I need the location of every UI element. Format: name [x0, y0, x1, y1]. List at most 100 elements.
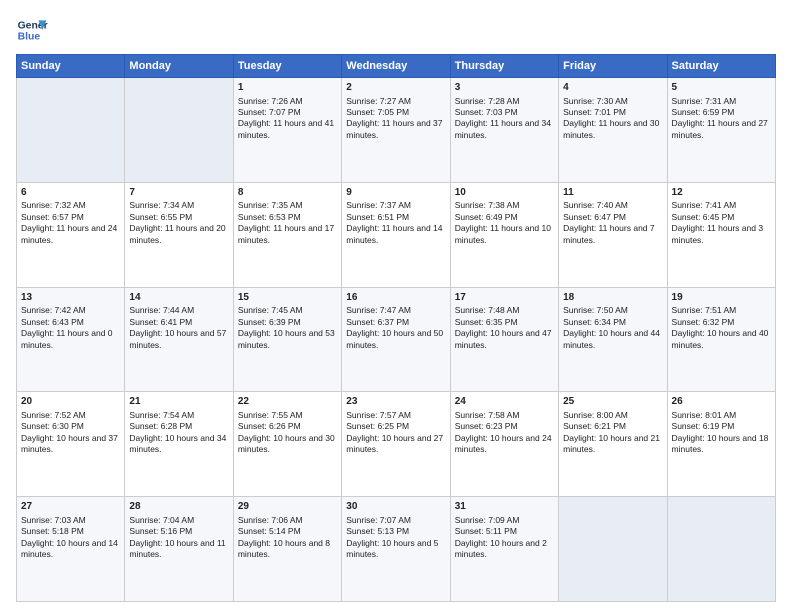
- day-number: 27: [21, 500, 120, 514]
- daylight-text: Daylight: 11 hours and 7 minutes.: [563, 223, 655, 244]
- calendar-cell: 28Sunrise: 7:04 AMSunset: 5:16 PMDayligh…: [125, 497, 233, 602]
- weekday-header-tuesday: Tuesday: [233, 55, 341, 78]
- day-number: 29: [238, 500, 337, 514]
- day-number: 26: [672, 395, 771, 409]
- logo-icon: General Blue: [16, 14, 48, 46]
- day-number: 2: [346, 81, 445, 95]
- sunset-text: Sunset: 6:23 PM: [455, 421, 518, 431]
- daylight-text: Daylight: 11 hours and 3 minutes.: [672, 223, 764, 244]
- calendar-cell: 16Sunrise: 7:47 AMSunset: 6:37 PMDayligh…: [342, 287, 450, 392]
- day-number: 6: [21, 186, 120, 200]
- day-number: 3: [455, 81, 554, 95]
- sunset-text: Sunset: 6:21 PM: [563, 421, 626, 431]
- daylight-text: Daylight: 10 hours and 8 minutes.: [238, 538, 330, 559]
- calendar-cell: [125, 78, 233, 183]
- day-number: 30: [346, 500, 445, 514]
- calendar-cell: 23Sunrise: 7:57 AMSunset: 6:25 PMDayligh…: [342, 392, 450, 497]
- day-number: 22: [238, 395, 337, 409]
- day-number: 20: [21, 395, 120, 409]
- weekday-header-row: SundayMondayTuesdayWednesdayThursdayFrid…: [17, 55, 776, 78]
- calendar-cell: 21Sunrise: 7:54 AMSunset: 6:28 PMDayligh…: [125, 392, 233, 497]
- day-number: 1: [238, 81, 337, 95]
- day-number: 21: [129, 395, 228, 409]
- sunrise-text: Sunrise: 7:44 AM: [129, 305, 194, 315]
- daylight-text: Daylight: 11 hours and 41 minutes.: [238, 118, 334, 139]
- sunset-text: Sunset: 6:43 PM: [21, 317, 84, 327]
- day-number: 19: [672, 291, 771, 305]
- sunset-text: Sunset: 6:28 PM: [129, 421, 192, 431]
- day-number: 23: [346, 395, 445, 409]
- daylight-text: Daylight: 10 hours and 14 minutes.: [21, 538, 118, 559]
- daylight-text: Daylight: 10 hours and 53 minutes.: [238, 328, 335, 349]
- sunrise-text: Sunrise: 7:55 AM: [238, 410, 303, 420]
- daylight-text: Daylight: 11 hours and 37 minutes.: [346, 118, 442, 139]
- calendar-row-1: 6Sunrise: 7:32 AMSunset: 6:57 PMDaylight…: [17, 182, 776, 287]
- day-number: 28: [129, 500, 228, 514]
- sunrise-text: Sunrise: 7:31 AM: [672, 96, 737, 106]
- calendar-row-3: 20Sunrise: 7:52 AMSunset: 6:30 PMDayligh…: [17, 392, 776, 497]
- calendar-cell: 10Sunrise: 7:38 AMSunset: 6:49 PMDayligh…: [450, 182, 558, 287]
- sunrise-text: Sunrise: 7:06 AM: [238, 515, 303, 525]
- sunrise-text: Sunrise: 7:28 AM: [455, 96, 520, 106]
- calendar-cell: 4Sunrise: 7:30 AMSunset: 7:01 PMDaylight…: [559, 78, 667, 183]
- sunrise-text: Sunrise: 7:51 AM: [672, 305, 737, 315]
- day-number: 5: [672, 81, 771, 95]
- sunrise-text: Sunrise: 7:42 AM: [21, 305, 86, 315]
- calendar-cell: 6Sunrise: 7:32 AMSunset: 6:57 PMDaylight…: [17, 182, 125, 287]
- sunrise-text: Sunrise: 7:52 AM: [21, 410, 86, 420]
- calendar-cell: 22Sunrise: 7:55 AMSunset: 6:26 PMDayligh…: [233, 392, 341, 497]
- calendar-row-4: 27Sunrise: 7:03 AMSunset: 5:18 PMDayligh…: [17, 497, 776, 602]
- calendar-cell: 1Sunrise: 7:26 AMSunset: 7:07 PMDaylight…: [233, 78, 341, 183]
- sunset-text: Sunset: 7:07 PM: [238, 107, 301, 117]
- sunset-text: Sunset: 5:14 PM: [238, 526, 301, 536]
- sunset-text: Sunset: 6:47 PM: [563, 212, 626, 222]
- calendar-cell: [559, 497, 667, 602]
- weekday-header-friday: Friday: [559, 55, 667, 78]
- calendar-table: SundayMondayTuesdayWednesdayThursdayFrid…: [16, 54, 776, 602]
- daylight-text: Daylight: 11 hours and 10 minutes.: [455, 223, 551, 244]
- calendar-row-0: 1Sunrise: 7:26 AMSunset: 7:07 PMDaylight…: [17, 78, 776, 183]
- sunrise-text: Sunrise: 7:40 AM: [563, 200, 628, 210]
- daylight-text: Daylight: 10 hours and 50 minutes.: [346, 328, 443, 349]
- daylight-text: Daylight: 10 hours and 11 minutes.: [129, 538, 225, 559]
- calendar-cell: [667, 497, 775, 602]
- sunset-text: Sunset: 6:37 PM: [346, 317, 409, 327]
- calendar-row-2: 13Sunrise: 7:42 AMSunset: 6:43 PMDayligh…: [17, 287, 776, 392]
- sunset-text: Sunset: 6:55 PM: [129, 212, 192, 222]
- sunrise-text: Sunrise: 7:48 AM: [455, 305, 520, 315]
- sunset-text: Sunset: 6:26 PM: [238, 421, 301, 431]
- sunset-text: Sunset: 5:16 PM: [129, 526, 192, 536]
- daylight-text: Daylight: 11 hours and 0 minutes.: [21, 328, 113, 349]
- daylight-text: Daylight: 10 hours and 40 minutes.: [672, 328, 769, 349]
- sunset-text: Sunset: 6:19 PM: [672, 421, 735, 431]
- svg-text:Blue: Blue: [18, 32, 41, 43]
- daylight-text: Daylight: 10 hours and 5 minutes.: [346, 538, 438, 559]
- sunset-text: Sunset: 5:11 PM: [455, 526, 517, 536]
- sunrise-text: Sunrise: 7:50 AM: [563, 305, 628, 315]
- sunset-text: Sunset: 6:32 PM: [672, 317, 735, 327]
- daylight-text: Daylight: 10 hours and 24 minutes.: [455, 433, 552, 454]
- day-number: 17: [455, 291, 554, 305]
- daylight-text: Daylight: 11 hours and 34 minutes.: [455, 118, 551, 139]
- sunrise-text: Sunrise: 7:58 AM: [455, 410, 520, 420]
- calendar-cell: 11Sunrise: 7:40 AM Sunset: 6:47 PMDayligh…: [559, 182, 667, 287]
- daylight-text: Daylight: 10 hours and 18 minutes.: [672, 433, 769, 454]
- sunset-text: Sunset: 6:59 PM: [672, 107, 735, 117]
- daylight-text: Daylight: 11 hours and 27 minutes.: [672, 118, 768, 139]
- daylight-text: Daylight: 10 hours and 47 minutes.: [455, 328, 552, 349]
- daylight-text: Daylight: 10 hours and 57 minutes.: [129, 328, 226, 349]
- sunset-text: Sunset: 6:34 PM: [563, 317, 626, 327]
- day-number: 10: [455, 186, 554, 200]
- calendar-cell: 19Sunrise: 7:51 AM Sunset: 6:32 PMDayligh…: [667, 287, 775, 392]
- sunset-text: Sunset: 6:41 PM: [129, 317, 192, 327]
- calendar-cell: 14Sunrise: 7:44 AMSunset: 6:41 PMDayligh…: [125, 287, 233, 392]
- daylight-text: Daylight: 11 hours and 17 minutes.: [238, 223, 334, 244]
- daylight-text: Daylight: 11 hours and 14 minutes.: [346, 223, 442, 244]
- daylight-text: Daylight: 11 hours and 20 minutes.: [129, 223, 225, 244]
- calendar-cell: 15Sunrise: 7:45 AMSunset: 6:39 PMDayligh…: [233, 287, 341, 392]
- sunrise-text: Sunrise: 7:54 AM: [129, 410, 194, 420]
- sunrise-text: Sunrise: 8:00 AM: [563, 410, 628, 420]
- day-number: 7: [129, 186, 228, 200]
- daylight-text: Daylight: 11 hours and 30 minutes.: [563, 118, 659, 139]
- day-number: 11: [563, 186, 662, 200]
